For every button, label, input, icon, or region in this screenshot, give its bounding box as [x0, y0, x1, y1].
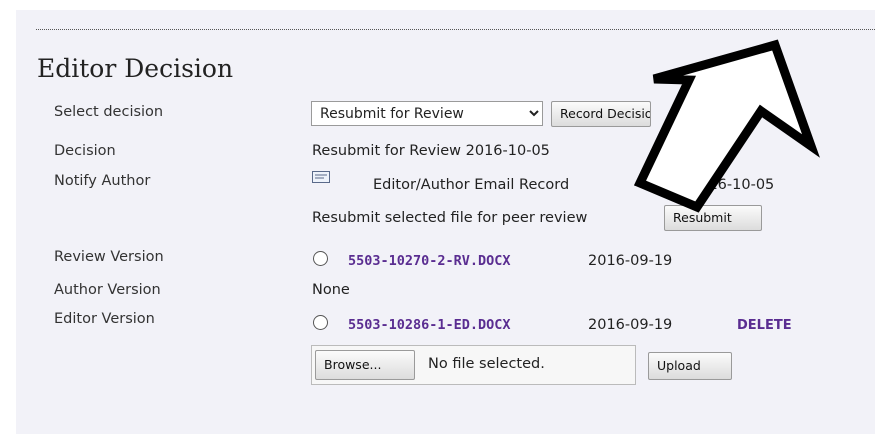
arrow-annotation [633, 39, 820, 213]
